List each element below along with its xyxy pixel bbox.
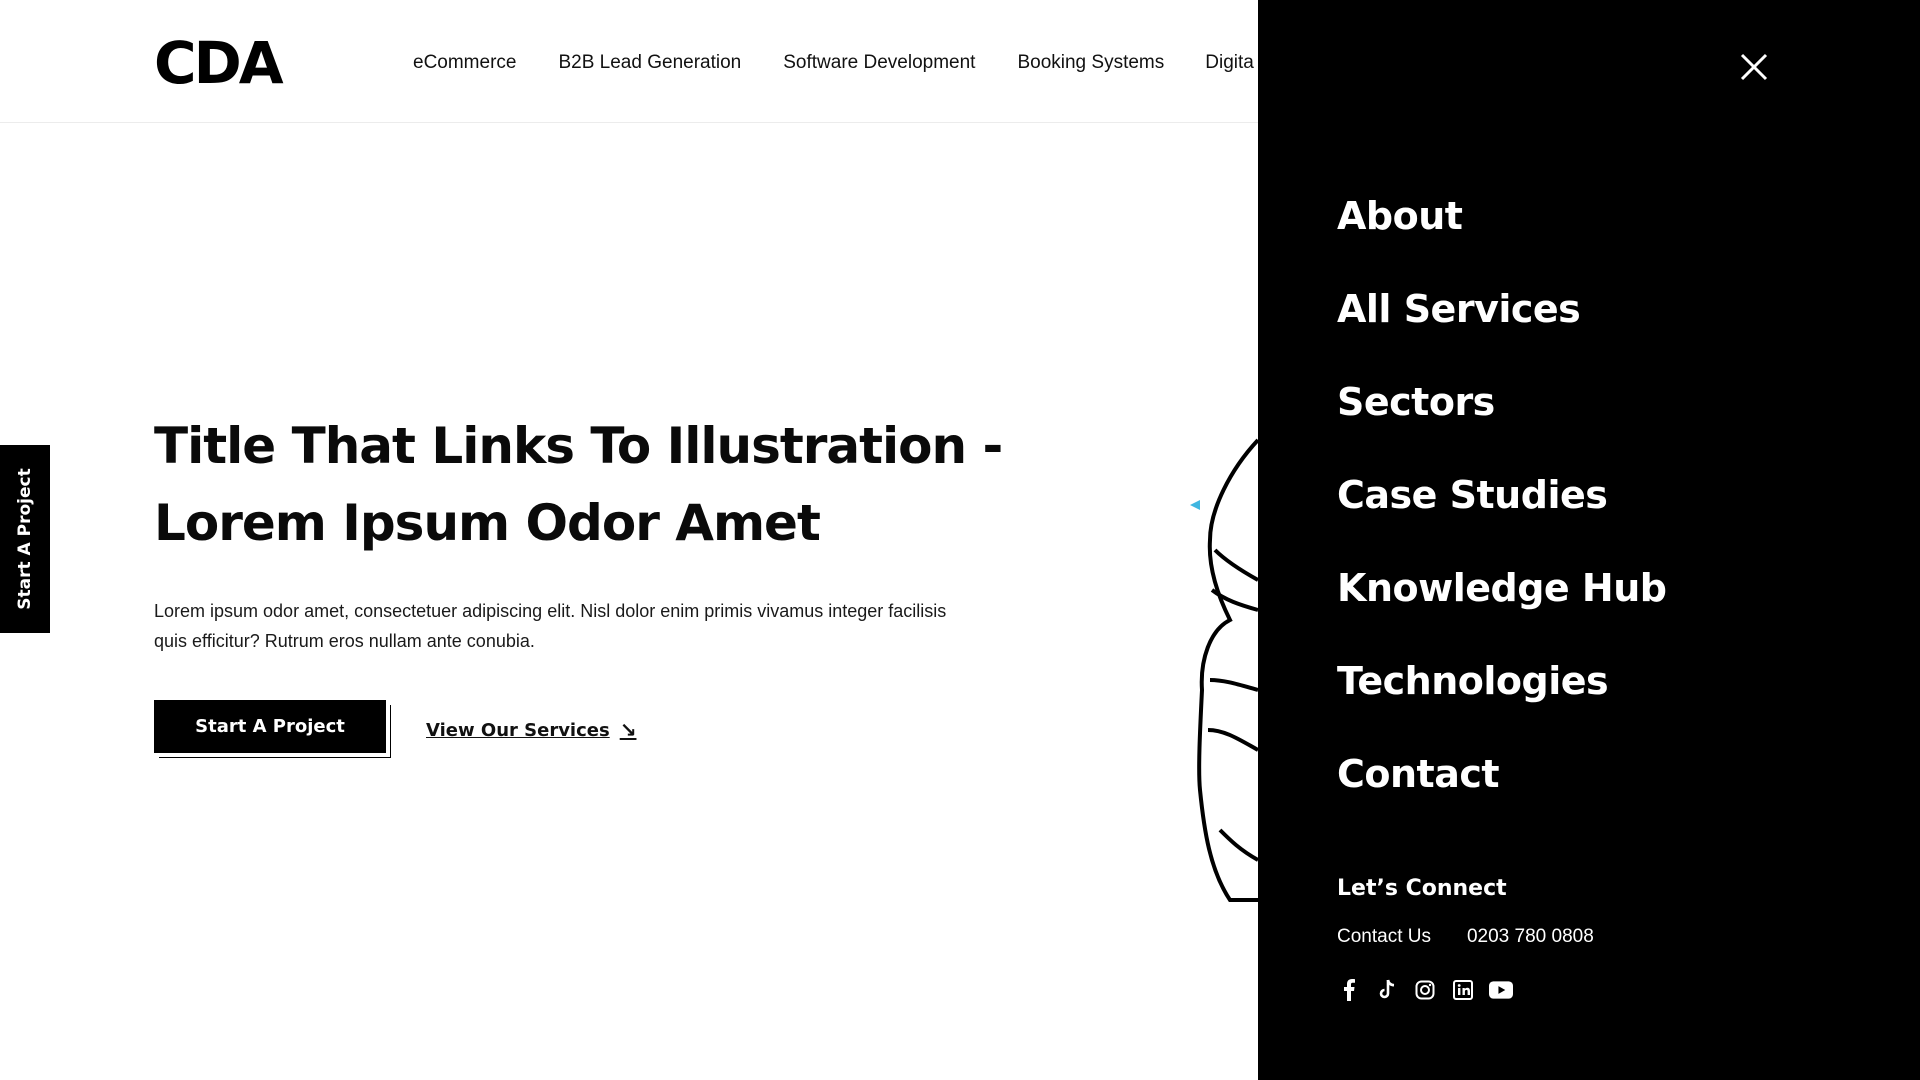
main-nav: eCommerce B2B Lead Generation Software D… xyxy=(413,52,1254,74)
view-services-label: View Our Services xyxy=(426,719,610,741)
nav-item-ecommerce[interactable]: eCommerce xyxy=(413,52,516,74)
nav-item-booking-systems[interactable]: Booking Systems xyxy=(1017,52,1164,74)
menu-item-technologies[interactable]: Technologies xyxy=(1337,635,1666,728)
arrow-down-right-icon: ↘ xyxy=(619,718,637,742)
nav-item-software-development[interactable]: Software Development xyxy=(783,52,975,74)
nav-item-digital[interactable]: Digita xyxy=(1205,52,1254,74)
instagram-icon[interactable] xyxy=(1413,978,1437,1002)
nav-item-b2b-lead-generation[interactable]: B2B Lead Generation xyxy=(558,52,741,74)
robot-illustration xyxy=(1190,438,1260,902)
menu-list: About All Services Sectors Case Studies … xyxy=(1337,170,1667,821)
contact-row: Contact Us 0203 780 0808 xyxy=(1337,926,1594,948)
menu-item-case-studies[interactable]: Case Studies xyxy=(1337,449,1666,542)
contact-us-link[interactable]: Contact Us xyxy=(1337,926,1431,948)
facebook-icon[interactable] xyxy=(1337,978,1361,1002)
menu-item-all-services[interactable]: All Services xyxy=(1337,263,1666,356)
view-services-link[interactable]: View Our Services ↘ xyxy=(426,718,636,742)
hero-title-line2-wrap: Lorem Ipsum Odor Amet xyxy=(154,485,821,562)
start-project-button[interactable]: Start A Project xyxy=(154,700,386,753)
menu-item-about[interactable]: About xyxy=(1337,170,1666,263)
hero-body-text: Lorem ipsum odor amet, consectetuer adip… xyxy=(154,601,947,651)
hero-title: Title That Links To Illustration - Lorem… xyxy=(154,408,1003,562)
linkedin-icon[interactable] xyxy=(1451,978,1475,1002)
social-links xyxy=(1337,978,1513,1002)
side-tab-label: Start A Project xyxy=(15,468,35,610)
close-icon[interactable] xyxy=(1739,52,1769,82)
tiktok-icon[interactable] xyxy=(1375,978,1399,1002)
hero-title-line2: Lorem Ipsum Odor Amet xyxy=(154,494,821,552)
logo[interactable]: CDA xyxy=(154,34,284,92)
phone-link[interactable]: 0203 780 0808 xyxy=(1467,926,1594,948)
connect-heading: Let’s Connect xyxy=(1337,876,1507,901)
menu-item-contact[interactable]: Contact xyxy=(1337,728,1666,821)
youtube-icon[interactable] xyxy=(1489,978,1513,1002)
side-start-project-tab[interactable]: Start A Project xyxy=(0,445,50,633)
hero-title-line1: Title That Links To Illustration - xyxy=(154,417,1003,475)
menu-item-sectors[interactable]: Sectors xyxy=(1337,356,1666,449)
page: CDA eCommerce B2B Lead Generation Softwa… xyxy=(0,0,1920,1080)
menu-item-knowledge-hub[interactable]: Knowledge Hub xyxy=(1337,542,1667,635)
